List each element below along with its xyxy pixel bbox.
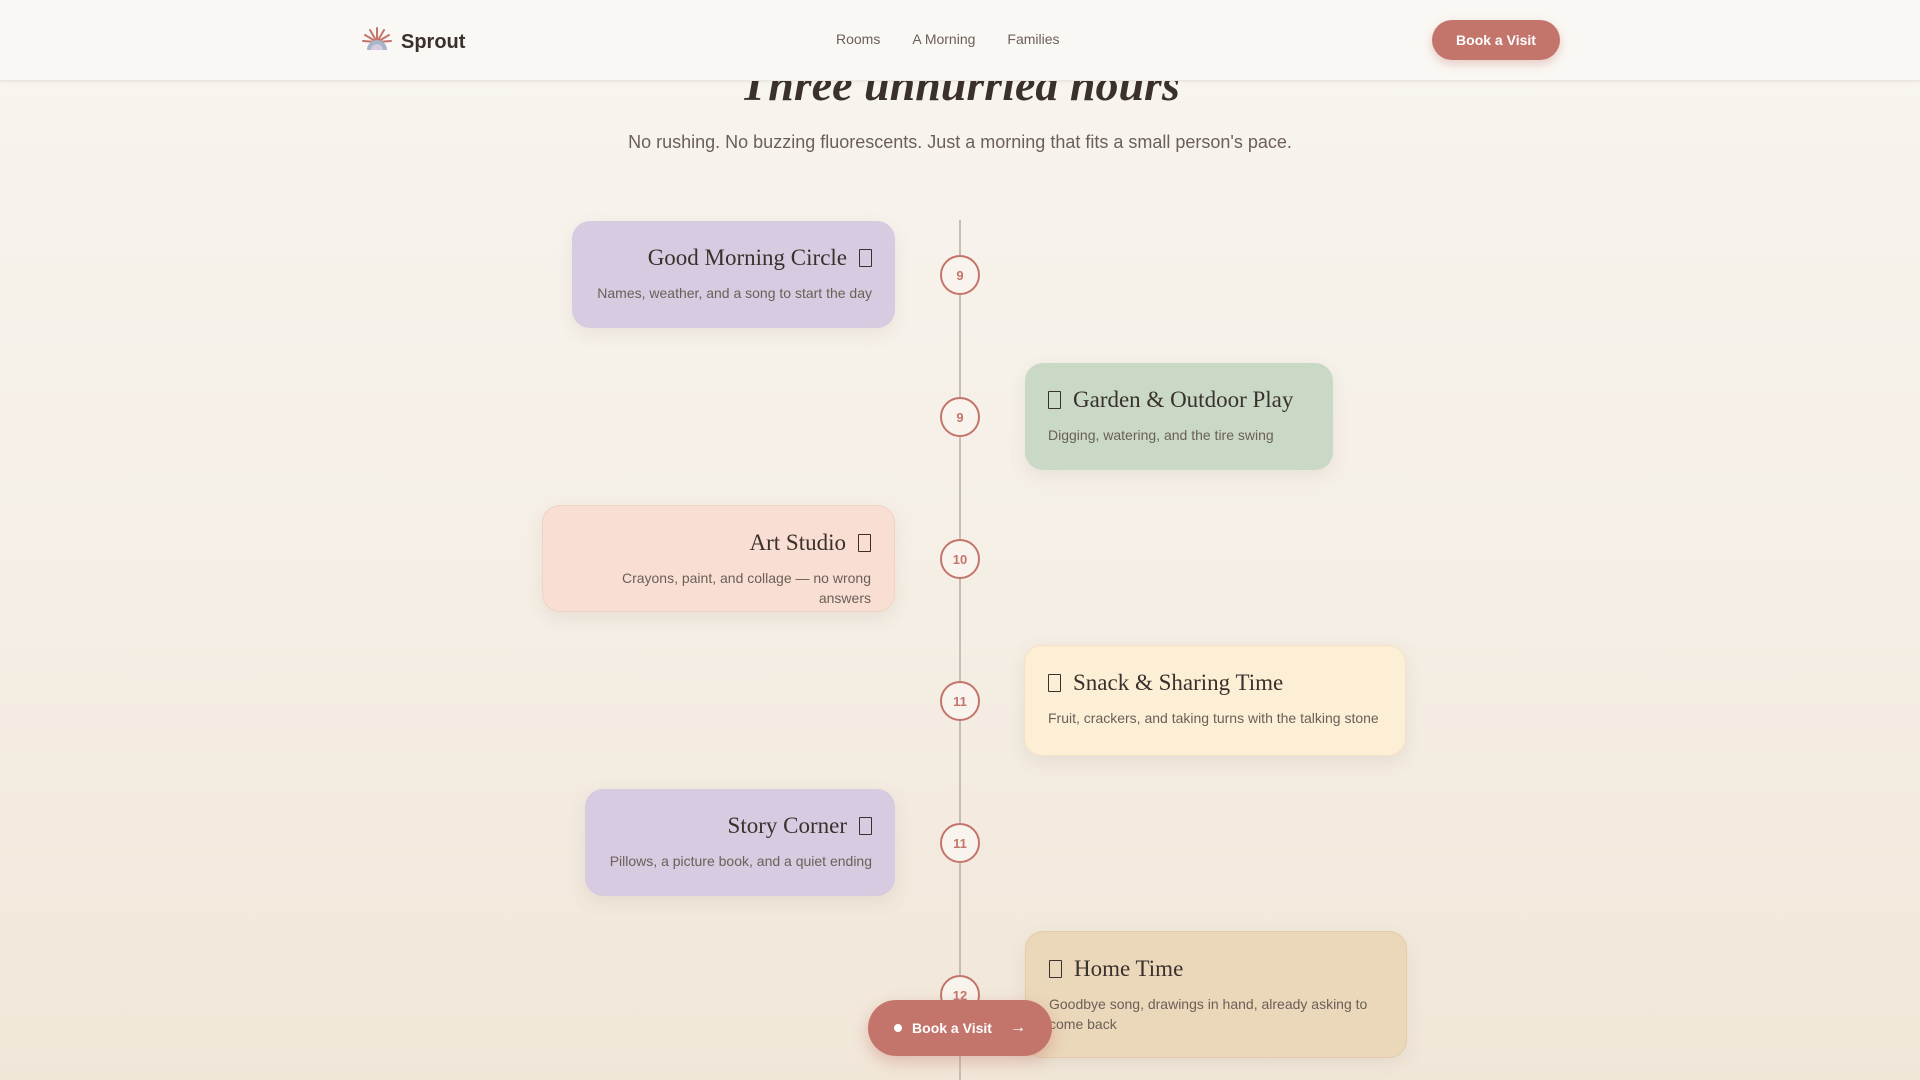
timeline-card: Garden & Outdoor Play Digging, watering,… (1025, 363, 1333, 470)
card-title: Art Studio (749, 530, 846, 555)
nav-families[interactable]: Families (1007, 31, 1059, 47)
arrow-right-icon: → (1009, 1019, 1026, 1036)
timeline-hour-marker: 11 (940, 681, 980, 721)
floating-cta-label: Book a Visit (912, 1020, 992, 1036)
card-description: Names, weather, and a song to start the … (597, 285, 872, 301)
card-description: Fruit, crackers, and taking turns with t… (1048, 710, 1379, 726)
floating-book-visit-button[interactable]: Book a Visit → (868, 1000, 1052, 1056)
card-description: Goodbye song, drawings in hand, already … (1049, 996, 1368, 1032)
timeline-card: Story Corner Pillows, a picture book, an… (585, 789, 895, 896)
card-title: Garden & Outdoor Play (1073, 387, 1294, 412)
brand-logo[interactable]: Sprout (361, 24, 465, 61)
card-title: Home Time (1074, 956, 1184, 981)
card-glyph-icon (859, 249, 872, 267)
card-glyph-icon (859, 817, 872, 835)
card-title: Story Corner (727, 813, 847, 838)
nav-a-morning[interactable]: A Morning (912, 31, 975, 47)
site-header: Sprout Rooms A Morning Families Book a V… (0, 0, 1920, 81)
card-glyph-icon (1048, 391, 1061, 409)
card-glyph-icon (1049, 960, 1062, 978)
card-glyph-icon (858, 534, 871, 552)
sun-rays-icon (361, 24, 393, 61)
card-glyph-icon (1048, 674, 1061, 692)
timeline-card: Snack & Sharing Time Fruit, crackers, an… (1024, 645, 1406, 756)
timeline-card: Art Studio Crayons, paint, and collage —… (542, 505, 895, 612)
nav-rooms[interactable]: Rooms (836, 31, 880, 47)
card-description: Crayons, paint, and collage — no wrong a… (621, 570, 871, 606)
timeline-hour-marker: 10 (940, 539, 980, 579)
card-description: Digging, watering, and the tire swing (1048, 427, 1274, 443)
timeline-hour-marker: 11 (940, 823, 980, 863)
timeline-hour-marker: 9 (940, 397, 980, 437)
main-nav: Rooms A Morning Families (836, 31, 1060, 47)
timeline-card: Home Time Goodbye song, drawings in hand… (1025, 931, 1407, 1058)
timeline-hour-marker: 9 (940, 255, 980, 295)
timeline-line (959, 220, 961, 1080)
card-description: Pillows, a picture book, and a quiet end… (609, 853, 872, 869)
card-title: Good Morning Circle (647, 245, 847, 270)
dot-icon (894, 1024, 903, 1032)
card-title: Snack & Sharing Time (1073, 670, 1284, 695)
book-visit-button[interactable]: Book a Visit (1432, 20, 1560, 60)
section-subtitle: No rushing. No buzzing fluorescents. Jus… (628, 132, 1292, 152)
brand-name: Sprout (401, 31, 466, 53)
timeline-card: Good Morning Circle Names, weather, and … (572, 221, 895, 328)
